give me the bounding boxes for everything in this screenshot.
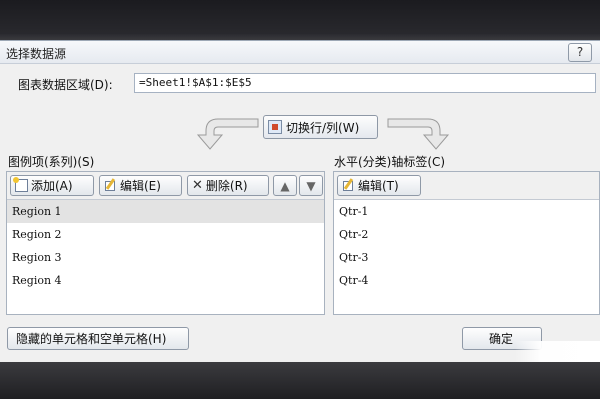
axis-labels-panel: 编辑(T) Qtr-1 Qtr-2 Qtr-3 Qtr-4 xyxy=(333,171,600,315)
series-list-item[interactable]: Region 3 xyxy=(7,246,324,269)
series-list-item[interactable]: Region 4 xyxy=(7,269,324,292)
axis-label-item[interactable]: Qtr-3 xyxy=(334,246,599,269)
pencil-icon xyxy=(342,179,355,192)
screen-bottom-background xyxy=(0,362,600,399)
move-up-button[interactable]: ▲ xyxy=(273,175,297,196)
chart-data-range-label: 图表数据区域(D): xyxy=(18,78,113,92)
horizontal-axis-labels-label: 水平(分类)轴标签(C) xyxy=(334,155,446,169)
legend-entries-panel: 添加(A) 编辑(E) ✕ 删除(R) ▲ ▼ Region 1 Region … xyxy=(6,171,325,315)
axis-labels-list: Qtr-1 Qtr-2 Qtr-3 Qtr-4 xyxy=(334,200,599,314)
image-glare-overlay xyxy=(515,341,600,363)
chart-data-range-input[interactable]: =Sheet1!$A$1:$E$5 xyxy=(134,73,596,93)
pencil-icon xyxy=(104,179,117,192)
screen-top-background xyxy=(0,0,600,40)
switch-rows-columns-icon xyxy=(268,120,282,134)
delete-series-button[interactable]: ✕ 删除(R) xyxy=(187,175,269,196)
edit-axis-labels-button[interactable]: 编辑(T) xyxy=(337,175,421,196)
axis-label-item[interactable]: Qtr-2 xyxy=(334,223,599,246)
hidden-and-empty-cells-label: 隐藏的单元格和空单元格(H) xyxy=(16,332,167,346)
axis-toolbar: 编辑(T) xyxy=(334,172,599,200)
edit-series-button[interactable]: 编辑(E) xyxy=(99,175,182,196)
axis-label-item[interactable]: Qtr-1 xyxy=(334,200,599,223)
series-toolbar: 添加(A) 编辑(E) ✕ 删除(R) ▲ ▼ xyxy=(7,172,324,200)
select-data-source-dialog: 选择数据源 ? 图表数据区域(D): =Sheet1!$A$1:$E$5 切换行… xyxy=(0,40,600,363)
legend-entries-label: 图例项(系列)(S) xyxy=(8,155,95,169)
switch-row-column-label: 切换行/列(W) xyxy=(286,120,360,135)
add-series-button[interactable]: 添加(A) xyxy=(10,175,94,196)
move-down-icon: ▼ xyxy=(306,178,316,193)
ok-label: 确定 xyxy=(489,332,514,346)
series-list-item[interactable]: Region 1 xyxy=(7,200,324,223)
curved-arrow-right-icon xyxy=(387,118,450,150)
edit-series-label: 编辑(E) xyxy=(120,179,161,193)
axis-label-item[interactable]: Qtr-4 xyxy=(334,269,599,292)
add-series-label: 添加(A) xyxy=(31,179,73,193)
move-up-icon: ▲ xyxy=(280,178,290,193)
hidden-and-empty-cells-button[interactable]: 隐藏的单元格和空单元格(H) xyxy=(7,327,189,350)
help-button[interactable]: ? xyxy=(568,43,592,62)
dialog-title: 选择数据源 xyxy=(6,47,67,61)
curved-arrow-left-icon xyxy=(196,118,259,150)
delete-x-icon: ✕ xyxy=(192,178,203,193)
series-list: Region 1 Region 2 Region 3 Region 4 xyxy=(7,200,324,314)
dialog-titlebar: 选择数据源 ? xyxy=(0,41,600,64)
move-down-button[interactable]: ▼ xyxy=(299,175,323,196)
delete-series-label: 删除(R) xyxy=(205,179,248,193)
help-icon: ? xyxy=(576,45,584,59)
add-series-icon xyxy=(13,177,28,192)
series-list-item[interactable]: Region 2 xyxy=(7,223,324,246)
edit-axis-labels-label: 编辑(T) xyxy=(358,179,399,193)
switch-row-column-button[interactable]: 切换行/列(W) xyxy=(263,115,378,139)
